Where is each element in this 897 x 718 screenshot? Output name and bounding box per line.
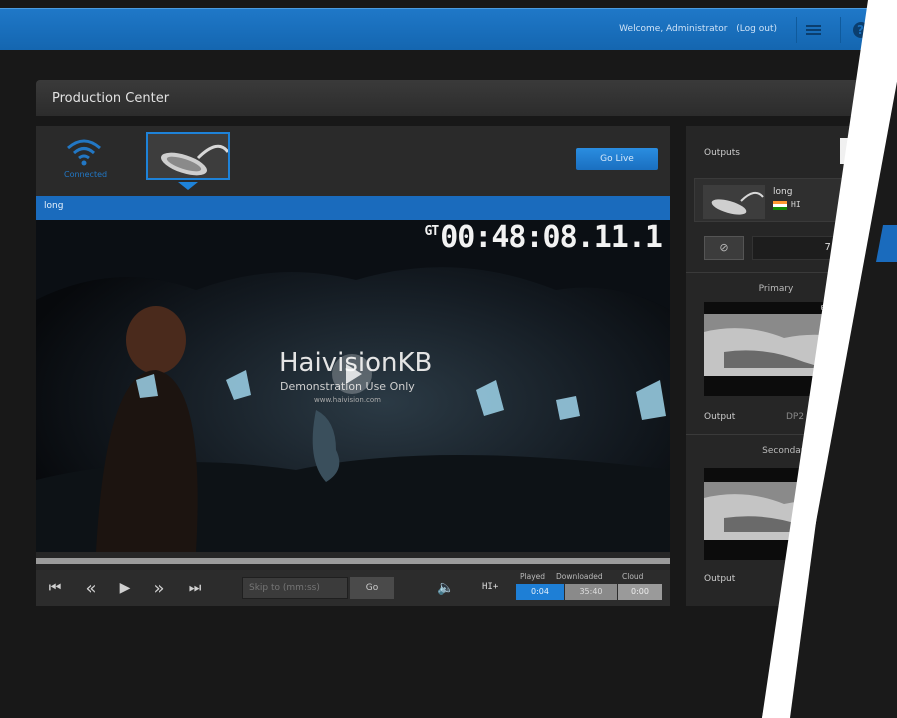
- india-flag-icon: [773, 201, 787, 210]
- stream-name: long: [44, 201, 64, 211]
- eye-off-icon[interactable]: ⊘: [704, 236, 744, 260]
- secondary-preview: [704, 468, 854, 560]
- volume-icon[interactable]: 🔈: [434, 570, 458, 606]
- top-bar: Welcome, Administrator (Log out) ?: [0, 8, 897, 50]
- downloaded-value: 35:40: [565, 584, 617, 600]
- skip-to-input[interactable]: [242, 577, 348, 599]
- source-bar: Connected Go Live: [36, 126, 670, 196]
- help-button[interactable]: ?: [840, 17, 880, 43]
- downloaded-label: Downloaded: [556, 572, 603, 581]
- primary-preview: 00:41:1: [704, 302, 854, 396]
- timecode-overlay: GT00:48:08.11.1: [424, 220, 663, 255]
- output-item[interactable]: long HI: [694, 178, 878, 222]
- player-panel: Connected Go Live long GT00:48:08.11.1 H…: [36, 126, 670, 606]
- wifi-icon[interactable]: [64, 136, 104, 166]
- page-title: Production Center: [52, 91, 170, 106]
- cloud-label: Cloud: [622, 572, 644, 581]
- skip-to-start-icon[interactable]: ⏮: [38, 570, 72, 606]
- secondary-preview-image: [704, 468, 854, 560]
- primary-label: Primary: [758, 284, 794, 294]
- cloud-value: 0:00: [618, 584, 662, 600]
- outputs-title: Outputs: [704, 148, 740, 158]
- rewind-icon[interactable]: «: [74, 570, 108, 606]
- fast-forward-icon[interactable]: »: [142, 570, 176, 606]
- language-selector[interactable]: HI+: [482, 582, 498, 592]
- selected-arrow: [178, 182, 198, 190]
- outputs-panel: Outputs long HI ⊘ 7:56 Primary 00:41:1 O…: [686, 126, 886, 606]
- connection-status: Connected: [64, 170, 108, 179]
- logout-link[interactable]: (Log out): [736, 24, 777, 34]
- skip-go-button[interactable]: Go: [350, 577, 394, 599]
- production-center-header: Production Center: [36, 80, 886, 116]
- played-label: Played: [520, 572, 546, 581]
- playback-controls: ⏮ « ▶ » ⏭ Go 🔈 HI+ Played Downloaded Clo…: [36, 570, 670, 606]
- output-time: 7:56: [752, 236, 878, 260]
- video-player[interactable]: GT00:48:08.11.1 HaivisionKB Demonstratio…: [36, 220, 670, 552]
- welcome-text: Welcome, Administrator (Log out): [613, 24, 777, 34]
- output-language: HI: [791, 200, 801, 209]
- pause-icon[interactable]: [840, 138, 868, 164]
- encoder-device-icon: [148, 134, 228, 178]
- divider: [686, 272, 886, 273]
- play-overlay-icon[interactable]: [332, 354, 372, 394]
- go-live-button[interactable]: Go Live: [576, 148, 658, 170]
- watermark-url: www.haivision.com: [314, 396, 382, 404]
- primary-output-value: DP2: [786, 412, 805, 422]
- played-value: 0:04: [516, 584, 564, 600]
- progress-bar[interactable]: [36, 558, 670, 564]
- timecode-prefix: GT: [424, 224, 440, 239]
- primary-timecode: 00:41:1: [820, 304, 850, 312]
- secondary-label: Secondary: [762, 446, 810, 456]
- stream-title-bar: long: [36, 196, 670, 220]
- hamburger-icon[interactable]: [796, 17, 830, 43]
- source-thumbnail[interactable]: [146, 132, 230, 180]
- timecode-value: 00:48:08.11.1: [440, 220, 663, 255]
- secondary-output-label: Output: [704, 574, 736, 584]
- play-icon[interactable]: ▶: [108, 570, 142, 606]
- primary-output-label: Output: [704, 412, 736, 422]
- output-name: long: [773, 187, 793, 197]
- encoder-device-icon: [703, 185, 765, 219]
- skip-to-end-icon[interactable]: ⏭: [178, 570, 212, 606]
- help-icon: ?: [852, 22, 869, 38]
- output-thumbnail: [703, 185, 765, 219]
- welcome-label: Welcome, Administrator: [619, 24, 728, 34]
- divider: [686, 434, 886, 435]
- primary-preview-image: [704, 302, 854, 396]
